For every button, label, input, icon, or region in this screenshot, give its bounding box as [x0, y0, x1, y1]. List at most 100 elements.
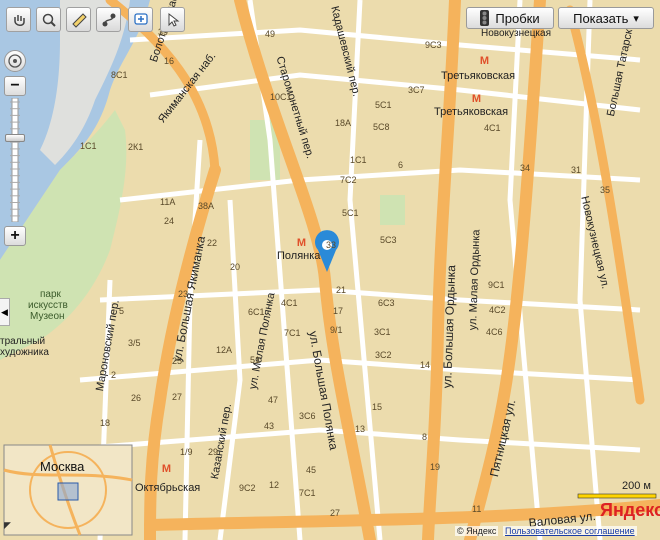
building-number: 8 — [422, 432, 428, 442]
building-number: 25 — [172, 356, 183, 366]
chevron-down-icon: ▾ — [633, 12, 639, 25]
building-number: 3С6 — [299, 411, 316, 421]
show-layers-dropdown[interactable]: Показать ▾ — [558, 7, 654, 29]
hand-tool-button[interactable] — [6, 7, 31, 32]
building-number: 3С2 — [375, 350, 392, 360]
building-number: 27 — [330, 508, 341, 518]
building-number: 47 — [268, 395, 279, 405]
traffic-label: Пробки — [495, 10, 540, 26]
map-position-button[interactable] — [4, 50, 26, 72]
building-number: 5 — [119, 306, 125, 316]
building-number: 20 — [230, 262, 241, 272]
building-number: 7С1 — [284, 328, 301, 338]
zoom-scale — [10, 97, 20, 223]
building-number: 24 — [164, 216, 175, 226]
hand-icon — [13, 14, 25, 26]
building-number: 26 — [131, 393, 142, 403]
magnifier-icon — [42, 13, 56, 27]
minimap-viewport — [57, 482, 79, 501]
poi-label: тральный — [0, 336, 46, 347]
compass-icon — [8, 54, 22, 68]
building-number: 5С1 — [342, 208, 359, 218]
building-number: 16 — [164, 56, 175, 66]
building-number: 5С8 — [373, 122, 390, 132]
building-number: 18А — [335, 118, 352, 128]
building-number: 1/9 — [180, 447, 193, 457]
poi-label: парк — [40, 289, 61, 300]
traffic-light-icon — [480, 10, 490, 26]
building-number: 43 — [264, 421, 275, 431]
building-number: 2 — [111, 370, 117, 380]
building-number: 45 — [306, 465, 317, 475]
building-number: 8С1 — [111, 70, 128, 80]
building-number: 27 — [172, 392, 183, 402]
building-number: 49 — [265, 29, 276, 39]
building-number: 11 — [472, 504, 482, 514]
station-label: Третьяковская — [434, 106, 509, 118]
building-number: 13 — [355, 424, 366, 434]
building-number: 6С1 — [248, 307, 265, 317]
metro-icon: M — [161, 462, 172, 475]
placemark-add-icon — [133, 12, 148, 25]
minimap-city-label: Москва — [40, 459, 85, 474]
building-number: 1С1 — [350, 155, 367, 165]
select-tool-button[interactable] — [160, 7, 185, 32]
scale-bar — [577, 493, 657, 499]
scale-label: 200 м — [622, 480, 651, 492]
building-number: 9С3 — [425, 40, 442, 50]
building-number: 17 — [333, 306, 344, 316]
zoom-out-button[interactable]: − — [4, 76, 26, 96]
map-canvas[interactable] — [0, 0, 660, 540]
building-number: 4С1 — [484, 123, 501, 133]
building-number: 3С1 — [374, 327, 391, 337]
show-label: Показать — [573, 10, 629, 26]
street-label: Новокузнецкая — [481, 28, 551, 39]
building-number: 38А — [198, 201, 215, 211]
building-number: 51 — [250, 355, 261, 365]
building-number: 5С3 — [380, 235, 397, 245]
building-number: 1С1 — [80, 141, 97, 151]
building-number: 4С1 — [281, 298, 298, 308]
copyright-text: © Яндекс — [455, 526, 499, 536]
building-number: 3С7 — [408, 85, 425, 95]
building-number: 7С2 — [340, 175, 357, 185]
metro-icon: M — [296, 236, 307, 249]
building-number: 9С1 — [488, 280, 505, 290]
zoom-in-button[interactable]: + — [4, 226, 26, 246]
route-icon — [102, 13, 115, 26]
building-number: 21 — [336, 285, 347, 295]
magnifier-tool-button[interactable] — [36, 7, 61, 32]
building-number: 9С2 — [239, 483, 256, 493]
zoom-slider-handle[interactable] — [5, 133, 25, 142]
building-number: 6С3 — [378, 298, 395, 308]
building-number: 4С2 — [489, 305, 506, 315]
user-agreement-link[interactable]: Пользовательское соглашение — [503, 526, 637, 536]
building-number: 10С1 — [270, 92, 292, 102]
zoom-slider[interactable] — [5, 97, 25, 223]
building-number: 7С1 — [299, 488, 316, 498]
metro-icon: M — [471, 92, 482, 105]
building-number: 2К1 — [128, 142, 144, 152]
poi-label: художника — [0, 347, 49, 358]
map-viewport[interactable]: Якиманская наб. Болотная наб. Старомонет… — [0, 0, 660, 540]
traffic-button[interactable]: Пробки — [466, 7, 554, 29]
minimap-resize-icon[interactable]: ◤ — [4, 520, 16, 534]
building-number: 12А — [216, 345, 233, 355]
ruler-tool-button[interactable] — [66, 7, 91, 32]
building-number: 4С6 — [486, 327, 503, 337]
ruler-icon — [71, 12, 87, 28]
yandex-logo: Яндекс — [600, 500, 660, 520]
building-number: 35 — [600, 185, 611, 195]
cursor-icon — [168, 12, 179, 27]
building-number: 19 — [430, 462, 441, 472]
building-number: 29 — [208, 447, 219, 457]
green-area-2 — [380, 195, 405, 225]
panel-toggle-button[interactable]: ◀ — [0, 298, 10, 326]
station-label: Третьяковская — [441, 70, 516, 82]
route-tool-button[interactable] — [96, 7, 121, 32]
add-placemark-button[interactable] — [128, 7, 153, 32]
building-number: 12 — [269, 480, 280, 490]
building-number: 5С1 — [375, 100, 392, 110]
building-number: 3/5 — [128, 338, 141, 348]
metro-icon: M — [479, 54, 490, 67]
